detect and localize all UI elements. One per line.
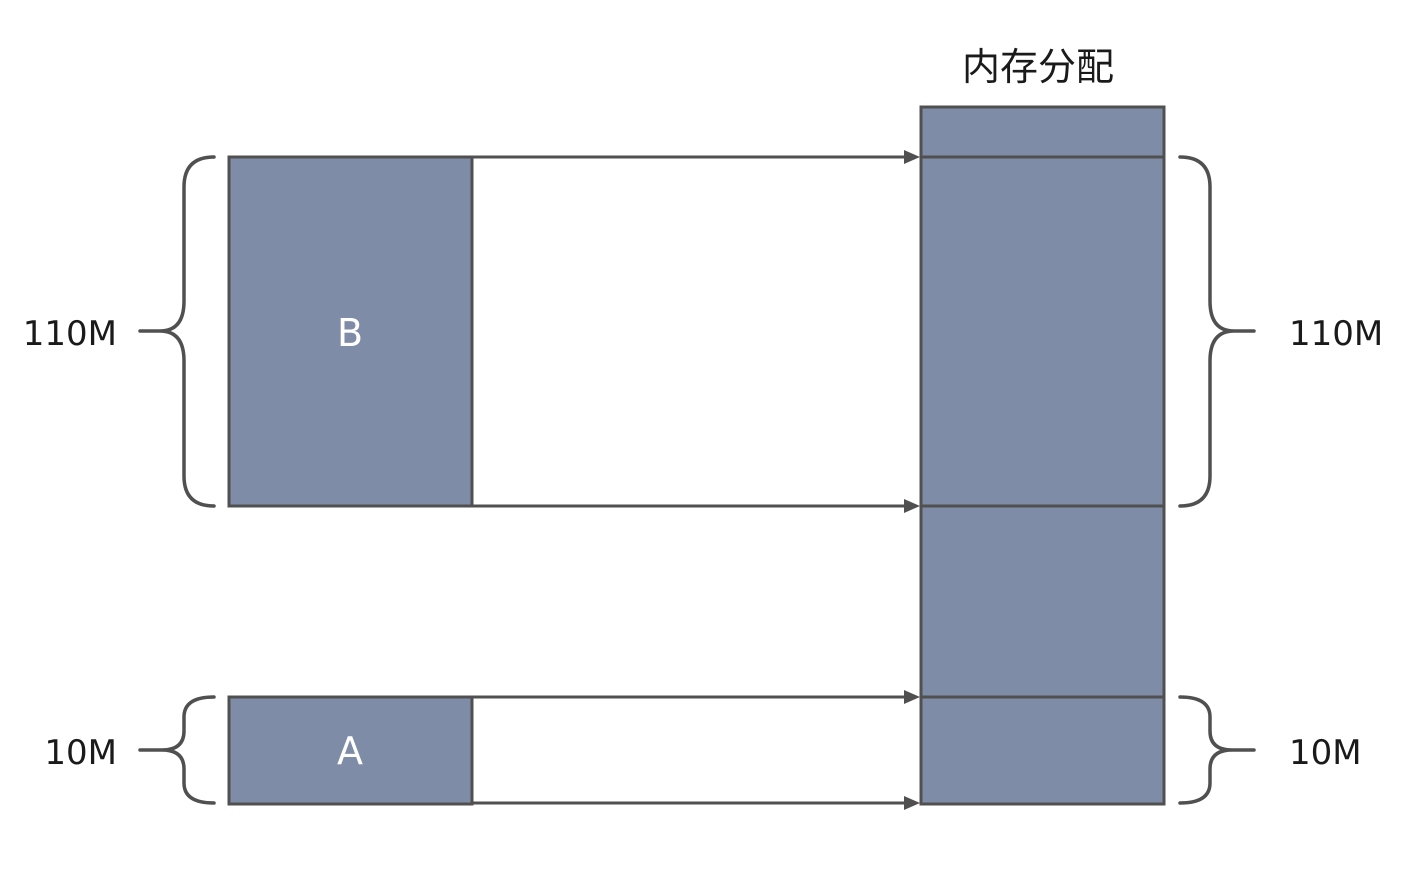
memory-column-body: [919, 105, 1166, 806]
left-brace-b: [138, 155, 216, 508]
memory-column: [919, 105, 1166, 806]
memory-allocation-diagram: 内存分配 B A 110M 10M 110M 10M: [23, 45, 1383, 810]
right-brace-b: [1178, 155, 1256, 508]
block-a-label: A: [337, 729, 363, 773]
arrow-a-bottom-head: [904, 796, 920, 810]
left-brace-a: [138, 695, 216, 805]
size-label-memory-upper: 110M: [1289, 314, 1383, 354]
arrow-a-top-head: [904, 690, 920, 704]
arrow-b-top-head: [904, 150, 920, 164]
block-b: B: [227, 155, 474, 508]
block-b-label: B: [337, 311, 363, 355]
size-label-b-left: 110M: [23, 314, 117, 354]
size-label-a-left: 10M: [44, 733, 117, 773]
mapping-arrows: [472, 150, 920, 810]
memory-title: 内存分配: [962, 45, 1114, 89]
block-a: A: [227, 695, 474, 806]
size-label-memory-lower: 10M: [1289, 733, 1362, 773]
arrow-b-bottom-head: [904, 499, 920, 513]
right-brace-a: [1178, 695, 1256, 805]
